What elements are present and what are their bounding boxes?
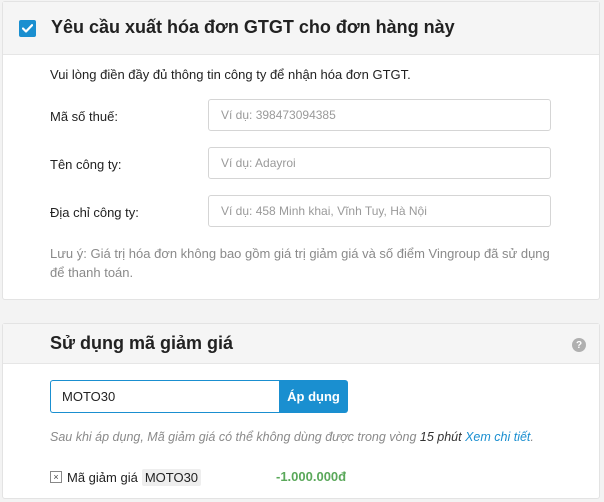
invoice-title: Yêu cầu xuất hóa đơn GTGT cho đơn hàng n…	[51, 17, 455, 37]
coupon-card: Sử dụng mã giảm giá ? Áp dụng Sau khi áp…	[2, 323, 600, 499]
invoice-card: Yêu cầu xuất hóa đơn GTGT cho đơn hàng n…	[2, 1, 600, 300]
applied-coupon-code: MOTO30	[141, 468, 202, 486]
company-name-input[interactable]	[208, 147, 551, 179]
invoice-note: Lưu ý: Giá trị hóa đơn không bao gồm giá…	[50, 246, 550, 280]
checkmark-icon	[22, 24, 33, 33]
invoice-checkbox[interactable]	[19, 20, 36, 37]
company-name-label: Tên công ty:	[50, 157, 122, 172]
discount-amount: -1.000.000đ	[276, 469, 347, 484]
apply-coupon-button[interactable]: Áp dụng	[279, 380, 348, 413]
remove-coupon-icon[interactable]: ×	[50, 471, 62, 483]
applied-coupon-label: Mã giảm giá	[67, 469, 138, 485]
coupon-note: Sau khi áp dụng, Mã giảm giá có thể khôn…	[50, 430, 534, 444]
applied-coupon-row: × Mã giảm giá MOTO30	[50, 467, 202, 487]
coupon-note-suffix: .	[530, 430, 534, 444]
tax-code-label: Mã số thuế:	[50, 109, 118, 124]
coupon-details-link[interactable]: Xem chi tiết	[465, 430, 530, 444]
help-icon[interactable]: ?	[572, 338, 586, 352]
coupon-note-text: Sau khi áp dụng, Mã giảm giá có thể khôn…	[50, 430, 420, 444]
tax-code-input[interactable]	[208, 99, 551, 131]
company-address-input[interactable]	[208, 195, 551, 227]
coupon-title: Sử dụng mã giảm giá	[50, 333, 234, 353]
coupon-note-duration: 15 phút	[419, 430, 462, 444]
coupon-header: Sử dụng mã giảm giá ?	[3, 324, 599, 364]
invoice-header: Yêu cầu xuất hóa đơn GTGT cho đơn hàng n…	[3, 2, 599, 55]
coupon-code-input[interactable]	[50, 380, 279, 413]
company-address-label: Địa chỉ công ty:	[50, 205, 139, 220]
invoice-intro: Vui lòng điền đầy đủ thông tin công ty đ…	[50, 67, 411, 82]
